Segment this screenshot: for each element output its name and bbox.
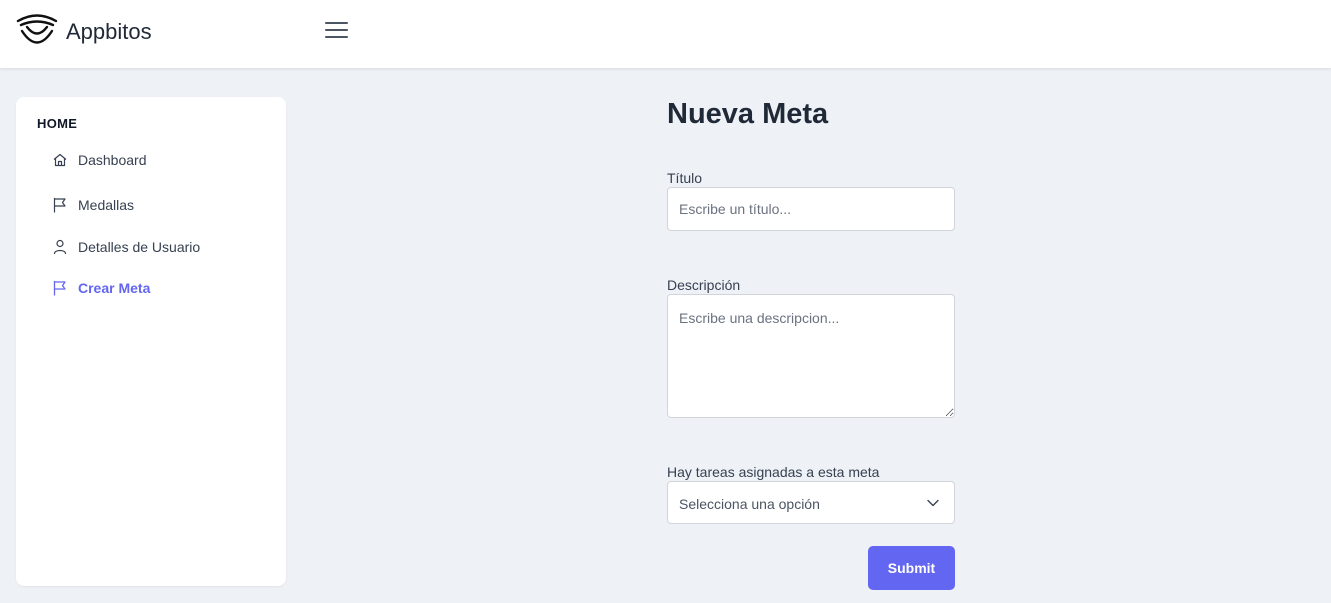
user-icon bbox=[52, 239, 68, 255]
sidebar-item-label: Crear Meta bbox=[78, 280, 151, 296]
hamburger-menu-icon[interactable] bbox=[325, 22, 348, 42]
chevron-down-icon bbox=[927, 499, 939, 507]
tasks-select-value: Selecciona una opción bbox=[679, 496, 820, 512]
description-textarea[interactable] bbox=[667, 294, 955, 418]
title-input[interactable] bbox=[667, 187, 955, 231]
page-title: Nueva Meta bbox=[667, 98, 829, 130]
sidebar-item-label: Medallas bbox=[78, 197, 135, 213]
sidebar-item-medallas[interactable]: Medallas bbox=[52, 194, 134, 216]
sidebar-item-label: Detalles de Usuario bbox=[78, 239, 201, 255]
tasks-select[interactable]: Selecciona una opción bbox=[667, 481, 955, 524]
sidebar-item-dashboard[interactable]: Dashboard bbox=[52, 149, 147, 171]
app-title[interactable]: Appbitos bbox=[66, 19, 152, 45]
sidebar: HOME Dashboard Medallas Detalles de Usua… bbox=[16, 97, 286, 586]
top-bar: Appbitos bbox=[0, 0, 1331, 68]
submit-button[interactable]: Submit bbox=[868, 546, 955, 590]
sidebar-item-label: Dashboard bbox=[78, 152, 147, 168]
tasks-select-label: Hay tareas asignadas a esta meta bbox=[667, 464, 880, 480]
app-logo-icon[interactable] bbox=[16, 14, 58, 48]
flag-icon bbox=[52, 197, 68, 213]
title-field-label: Título bbox=[667, 170, 703, 186]
sidebar-section-title: HOME bbox=[37, 116, 78, 131]
flag-icon bbox=[52, 280, 68, 296]
home-icon bbox=[52, 152, 68, 168]
sidebar-item-crear-meta[interactable]: Crear Meta bbox=[52, 277, 150, 299]
sidebar-item-user-details[interactable]: Detalles de Usuario bbox=[52, 236, 200, 258]
description-field-label: Descripción bbox=[667, 277, 741, 293]
